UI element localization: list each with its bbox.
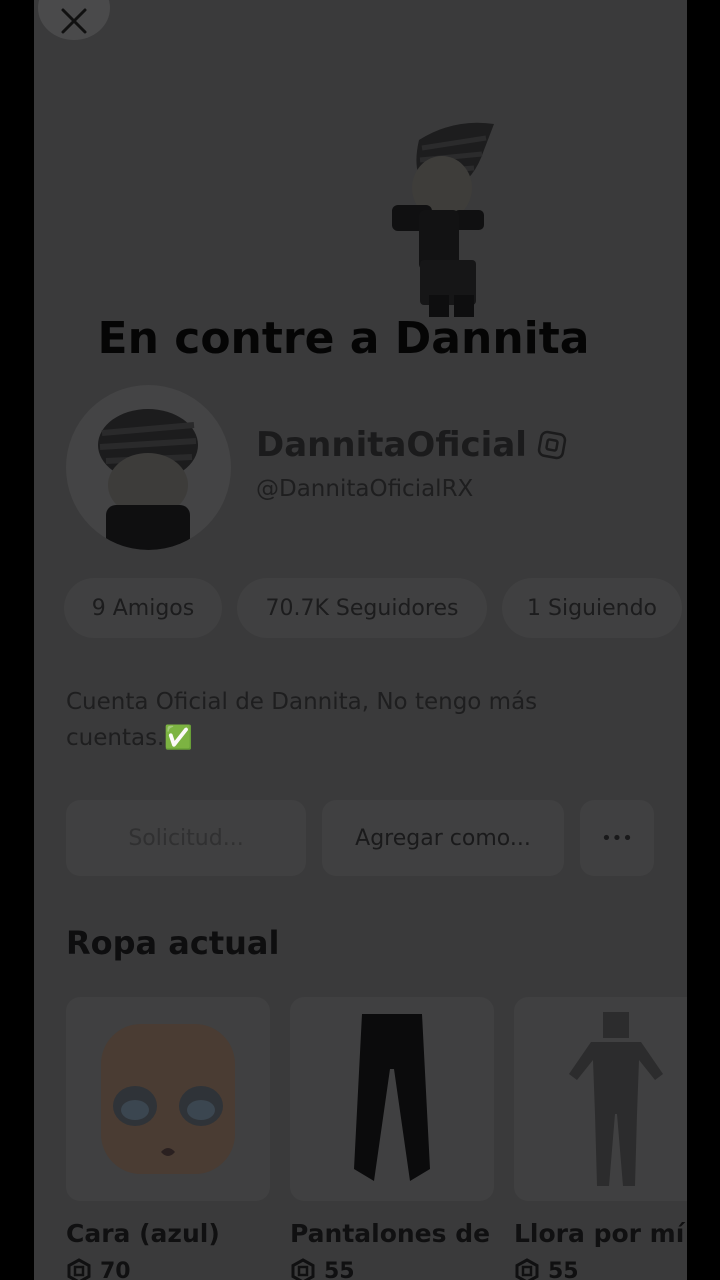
avatar[interactable] [66,385,231,550]
display-name: DannitaOficial [256,425,567,465]
outfit-item-price: 70 [66,1258,270,1280]
outfit-item-thumbnail [514,997,687,1201]
outfit-item-price: 55 [514,1258,687,1280]
robux-icon [515,1258,539,1280]
outfit-item-name: Llora por mí [514,1219,685,1248]
outfit-item[interactable]: Pantalones de 55 [290,997,494,1280]
profile-screen: En contre a Dannita DannitaOficial @Dann… [34,0,687,1280]
robux-icon [291,1258,315,1280]
pants-image [354,1014,430,1181]
outfit-item-name: Pantalones de [290,1219,491,1248]
outfit-item-price: 55 [290,1258,494,1280]
followers-count-button[interactable]: 70.7K Seguidores [237,578,487,638]
avatar-headshot-image [98,409,198,550]
profile-bio: Cuenta Oficial de Dannita, No tengo más … [66,689,538,751]
face-image [101,1024,235,1174]
friend-request-pending-button[interactable]: Solicitud... [66,800,306,876]
video-caption: En contre a Dannita [97,313,590,364]
username: @DannitaOficialRX [256,476,474,502]
more-options-button[interactable]: ••• [580,800,654,876]
outfit-item-thumbnail [66,997,270,1201]
outfit-item[interactable]: Cara (azul) 70 [66,997,270,1280]
current-outfit-title: Ropa actual [66,924,280,962]
avatar-full-body [392,122,494,317]
add-friend-button[interactable]: Agregar como... [322,800,564,876]
outfit-item[interactable]: Llora por mí 55 [514,997,687,1280]
outfit-item-name: Cara (azul) [66,1219,220,1248]
following-count-button[interactable]: 1 Siguiendo [502,578,682,638]
outfit-item-thumbnail [290,997,494,1201]
verified-badge-icon [537,430,567,460]
close-icon [61,8,87,34]
robux-icon [67,1258,91,1280]
close-button[interactable] [38,0,110,40]
animation-figure-image [569,1012,663,1186]
friends-count-button[interactable]: 9 Amigos [64,578,222,638]
